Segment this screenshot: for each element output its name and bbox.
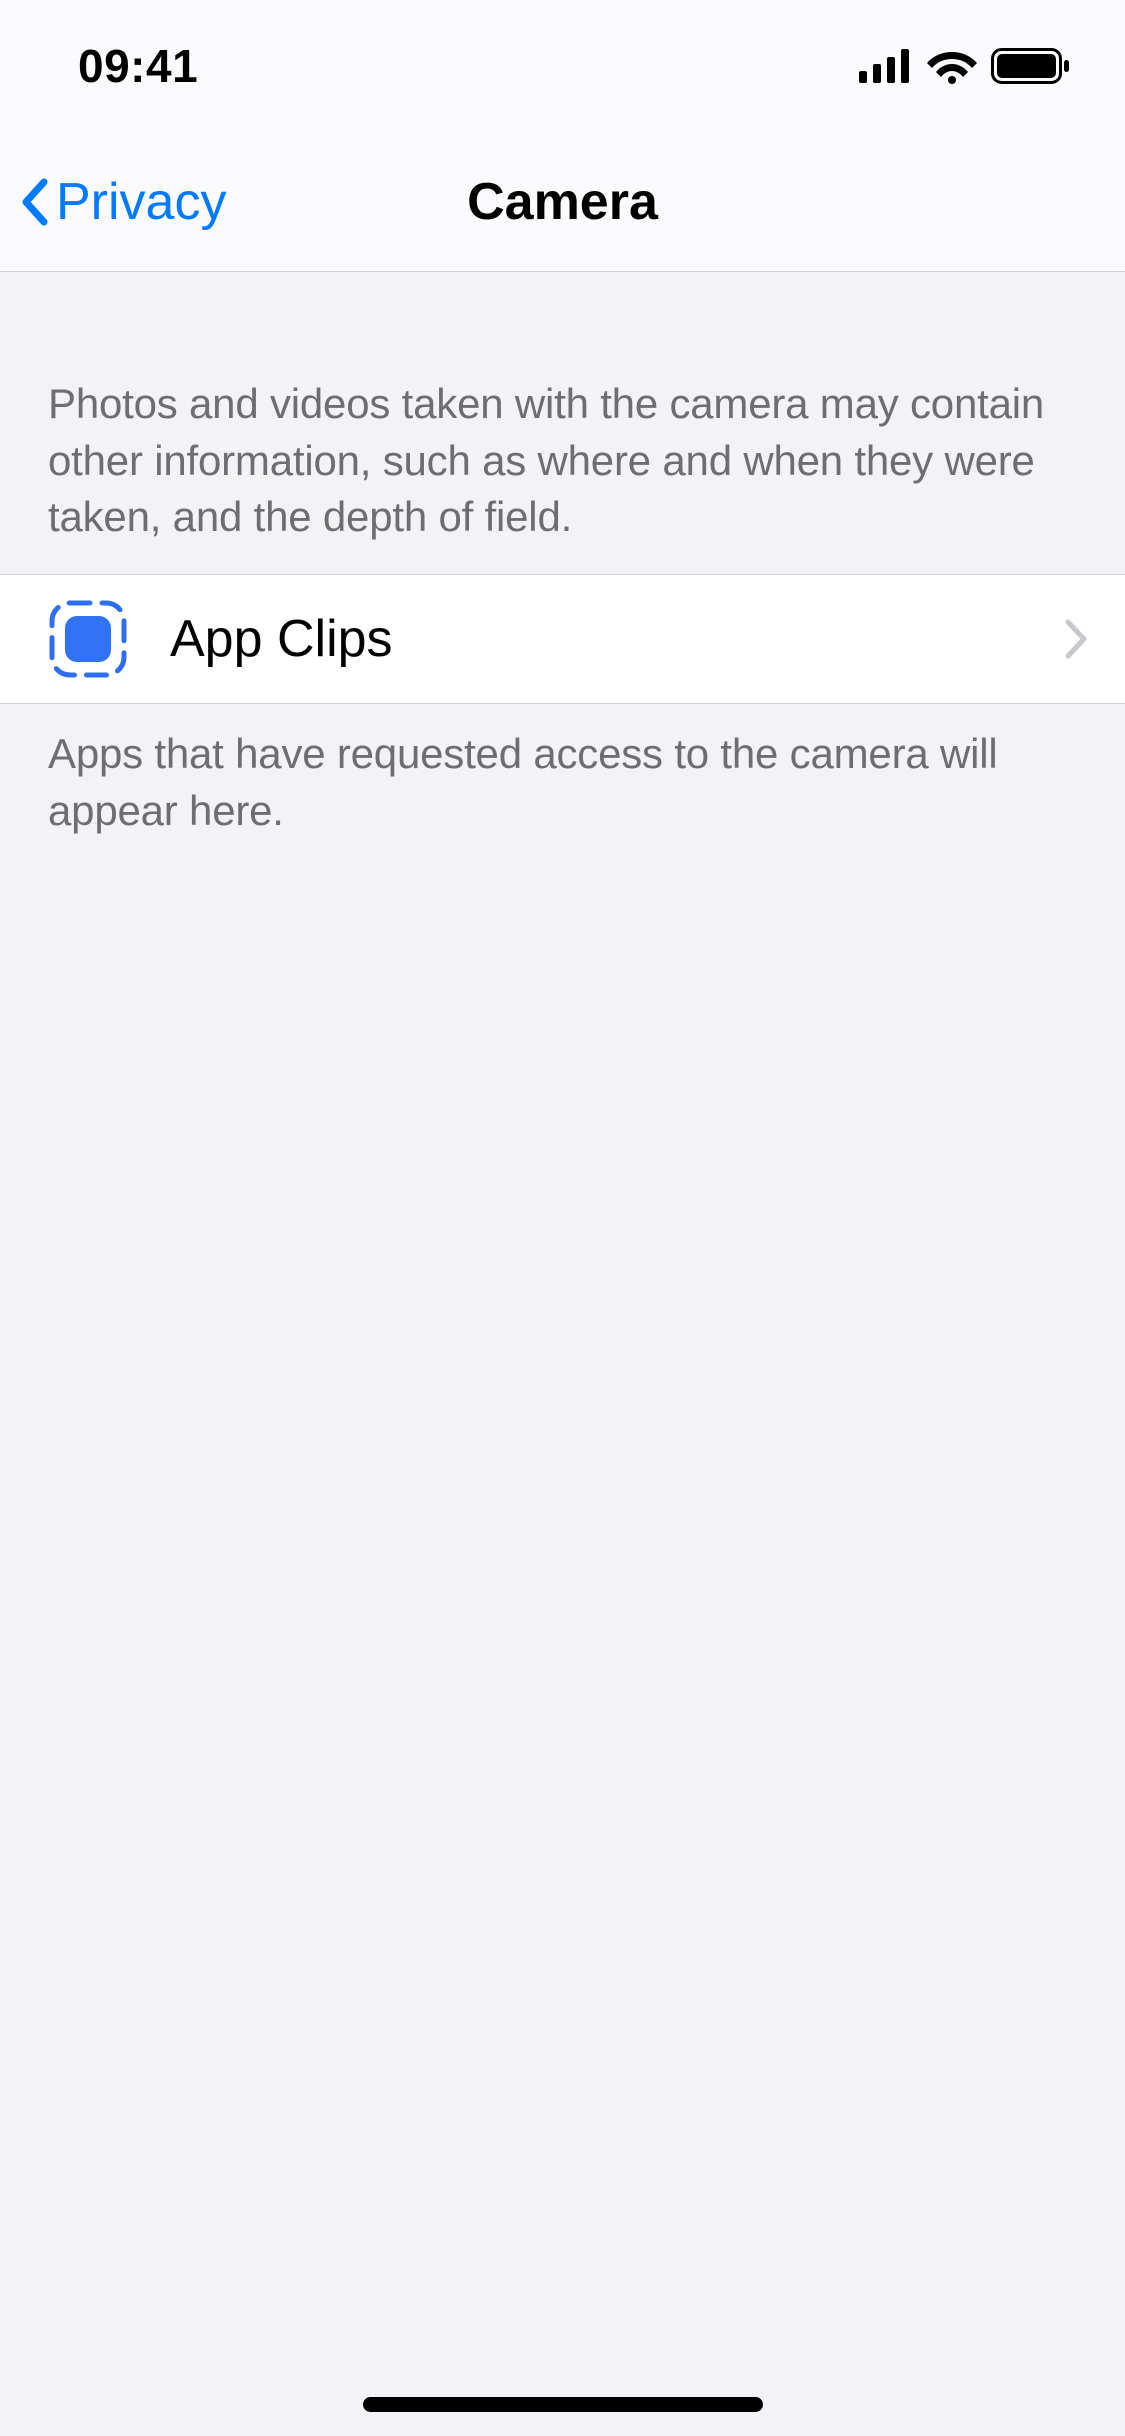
status-time: 09:41 [78, 39, 198, 93]
section-header: Photos and videos taken with the camera … [0, 272, 1125, 574]
chevron-right-icon [1063, 618, 1089, 660]
battery-icon [991, 48, 1071, 84]
navigation-bar: Privacy Camera [0, 132, 1125, 272]
app-clips-icon [48, 599, 128, 679]
app-clips-row[interactable]: App Clips [0, 575, 1125, 703]
section-footer: Apps that have requested access to the c… [0, 704, 1125, 839]
row-label: App Clips [170, 609, 1063, 669]
settings-group: App Clips [0, 574, 1125, 704]
back-label: Privacy [56, 172, 226, 232]
content-area: Photos and videos taken with the camera … [0, 272, 1125, 839]
wifi-icon [927, 48, 977, 84]
chevron-left-icon [20, 178, 48, 226]
back-button[interactable]: Privacy [20, 172, 226, 232]
status-indicators [859, 48, 1071, 84]
home-indicator[interactable] [363, 2397, 763, 2412]
status-bar: 09:41 [0, 0, 1125, 132]
cellular-signal-icon [859, 49, 913, 83]
nav-title: Camera [467, 172, 658, 232]
